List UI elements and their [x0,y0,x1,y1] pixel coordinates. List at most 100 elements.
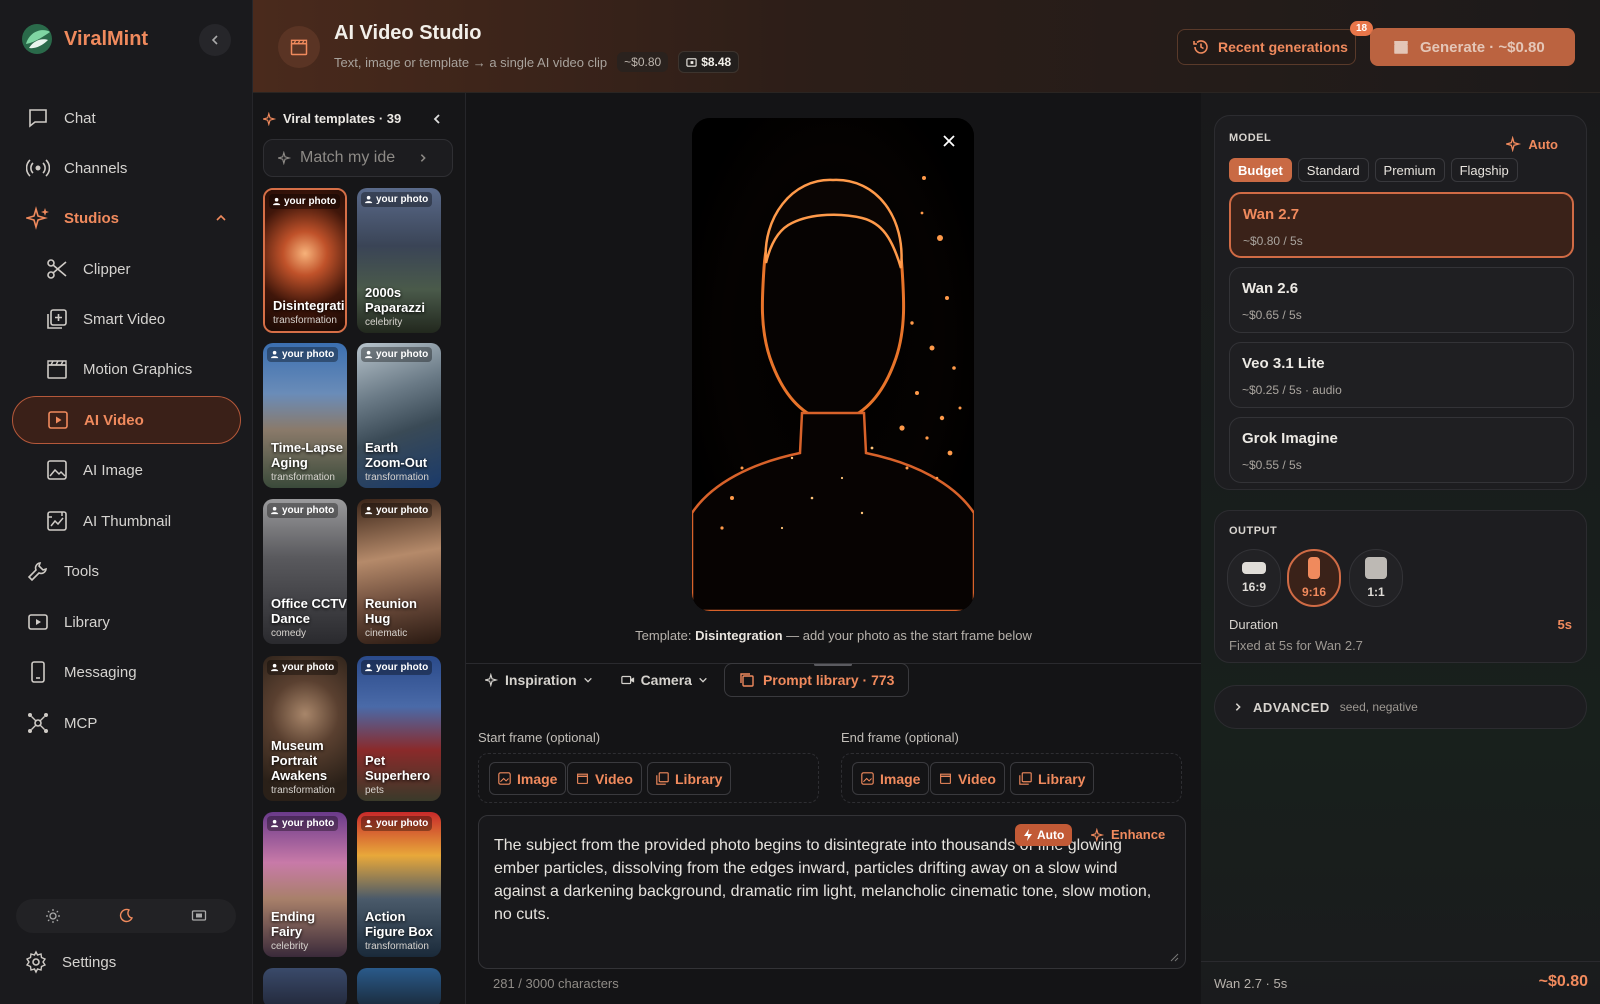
advanced-toggle[interactable]: ADVANCED seed, negative [1214,685,1587,729]
enhance-button[interactable]: Enhance [1091,827,1165,842]
model-option-veo-3-1-lite[interactable]: Veo 3.1 Lite ~$0.25 / 5s · audio [1229,342,1574,408]
your-photo-tag: your photo [361,503,433,518]
prompt-textarea[interactable]: The subject from the provided photo begi… [478,815,1186,969]
template-name: Action Figure Box [365,909,433,939]
tier-standard[interactable]: Standard [1297,158,1369,182]
start-image-button[interactable]: Image [489,762,567,795]
start-video-button[interactable]: Video [567,762,642,795]
nav-item-ai-thumbnail[interactable]: AI Thumbnail [12,497,241,545]
settings-link[interactable]: Settings [24,950,116,974]
template-card-pet-superhero[interactable]: your photo Pet Superhero pets [357,656,441,801]
nav-item-label: Messaging [64,663,137,681]
end-video-button[interactable]: Video [930,762,1005,795]
clapperboard-icon [1394,41,1408,54]
template-card-time-lapse-aging[interactable]: your photo Time-Lapse Aging transformati… [263,343,347,488]
nav-item-label: Clipper [83,260,131,278]
your-photo-tag: your photo [267,660,339,675]
theme-switcher [16,899,236,933]
nav-item-clipper[interactable]: Clipper [12,245,241,293]
theme-system-button[interactable] [179,908,219,924]
your-photo-tag: your photo [361,816,433,831]
history-icon [1193,40,1208,54]
user-plus-icon [365,663,373,672]
tier-flagship[interactable]: Flagship [1450,158,1518,182]
close-preview-icon[interactable] [941,133,957,149]
nav-item-mcp[interactable]: MCP [12,699,241,747]
nav-item-channels[interactable]: Channels [12,144,241,192]
your-photo-tag: your photo [361,192,433,207]
nav-item-label: Library [64,613,110,631]
image-icon [47,460,67,480]
square-icon [1365,557,1387,579]
end-image-button[interactable]: Image [852,762,930,795]
aspect-16-9-button[interactable]: 16:9 [1227,549,1281,607]
nav-item-ai-video[interactable]: AI Video [12,396,241,444]
model-option-wan-2-7[interactable]: Wan 2.7 ~$0.80 / 5s [1229,192,1574,258]
resize-grip-icon[interactable] [1169,952,1179,962]
model-price: ~$0.80 / 5s [1243,234,1303,248]
template-card-earth-zoom-out[interactable]: your photo Earth Zoom-Out transformation [357,343,441,488]
template-card-paparazzi[interactable]: your photo 2000s Paparazzi celebrity [357,188,441,333]
wrench-icon [27,562,47,582]
sidebar-collapse-button[interactable] [199,24,231,56]
template-category: transformation [271,472,335,483]
template-card-partial[interactable] [263,968,347,1004]
chevron-left-icon[interactable] [431,113,443,125]
duration-note: Fixed at 5s for Wan 2.7 [1229,638,1363,653]
sparkles-icon [485,673,499,687]
preview-caption: Template: Disintegration — add your phot… [466,628,1201,643]
user-plus-icon [271,506,279,515]
user-plus-icon [273,197,281,206]
aspect-9-16-button[interactable]: 9:16 [1287,549,1341,607]
inspiration-dropdown[interactable]: Inspiration [485,672,593,688]
auto-model-button[interactable]: Auto [1506,136,1558,152]
end-frame-dropzone[interactable]: Image Video Library [841,753,1182,803]
theme-light-button[interactable] [33,908,73,924]
template-category: transformation [271,785,335,796]
model-option-wan-2-6[interactable]: Wan 2.6 ~$0.65 / 5s [1229,267,1574,333]
start-frame-dropzone[interactable]: Image Video Library [478,753,819,803]
model-name: Wan 2.6 [1242,280,1299,297]
nav-item-ai-image[interactable]: AI Image [12,446,241,494]
duration-value: 5s [1557,617,1572,632]
auto-enhance-toggle[interactable]: Auto [1015,824,1073,846]
nav-item-messaging[interactable]: Messaging [12,648,241,696]
template-card-ending-fairy[interactable]: your photo Ending Fairy celebrity [263,812,347,957]
match-my-idea-input[interactable]: Match my ide [263,139,453,177]
start-library-button[interactable]: Library [647,762,732,795]
aspect-1-1-button[interactable]: 1:1 [1349,549,1403,607]
nav-item-smart-video[interactable]: Smart Video [12,295,241,343]
nav-item-chat[interactable]: Chat [12,94,241,142]
prompt-library-button[interactable]: Prompt library · 773 [723,663,910,697]
template-card-museum-portrait[interactable]: your photo Museum Portrait Awakens trans… [263,656,347,801]
nav-item-motion-graphics[interactable]: Motion Graphics [12,345,241,393]
theme-dark-button[interactable] [106,908,146,924]
model-option-grok-imagine[interactable]: Grok Imagine ~$0.55 / 5s [1229,417,1574,483]
scissors-icon [47,259,67,279]
template-card-disintegration[interactable]: your photo Disintegrati transformation [263,188,347,333]
nav-item-label: Chat [64,109,96,127]
camera-dropdown[interactable]: Camera [620,672,708,688]
end-library-button[interactable]: Library [1010,762,1095,795]
camera-label: Camera [640,672,692,688]
studio-icon [278,26,320,68]
model-name: Veo 3.1 Lite [1242,355,1325,372]
duration-label: Duration [1229,617,1279,632]
start-frame-label: Start frame (optional) [478,730,601,745]
tier-budget[interactable]: Budget [1229,158,1292,182]
template-card-office-cctv-dance[interactable]: your photo Office CCTV Dance comedy [263,499,347,644]
template-card-action-figure-box[interactable]: your photo Action Figure Box transformat… [357,812,441,957]
generate-button[interactable]: Generate · ~$0.80 [1370,28,1575,66]
brand[interactable]: ViralMint [20,22,148,56]
nav-item-tools[interactable]: Tools [12,547,241,595]
recent-generations-button[interactable]: Recent generations [1177,29,1356,65]
library-icon [1019,772,1032,785]
sparkles-icon [1091,827,1105,842]
template-card-partial[interactable] [357,968,441,1004]
template-card-reunion-hug[interactable]: your photo Reunion Hug cinematic [357,499,441,644]
nav-item-studios[interactable]: Studios [12,194,241,242]
nav-item-library[interactable]: Library [12,598,241,646]
network-icon [28,713,48,733]
nav-item-label: Channels [64,159,128,177]
tier-premium[interactable]: Premium [1374,158,1445,182]
